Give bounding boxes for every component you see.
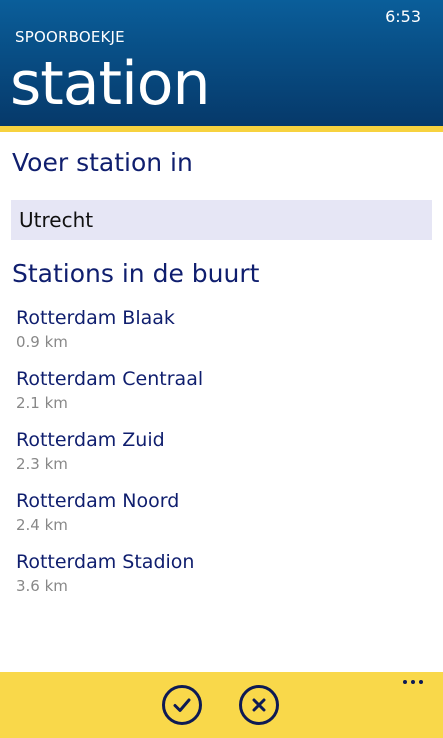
station-name: Rotterdam Stadion xyxy=(16,551,195,573)
station-distance: 3.6 km xyxy=(16,577,68,595)
checkmark-icon xyxy=(173,698,191,712)
station-distance: 2.1 km xyxy=(16,394,68,412)
ellipsis-icon xyxy=(411,680,415,684)
station-name: Rotterdam Centraal xyxy=(16,368,204,390)
station-item[interactable]: Rotterdam Noord 2.4 km xyxy=(16,487,416,548)
header: 6:53 SPOORBOEKJE station xyxy=(0,0,443,126)
page-title: station xyxy=(10,49,210,119)
station-name: Rotterdam Zuid xyxy=(16,429,165,451)
station-item[interactable]: Rotterdam Zuid 2.3 km xyxy=(16,426,416,487)
enter-station-heading: Voer station in xyxy=(12,148,193,177)
nearby-stations-heading: Stations in de buurt xyxy=(12,259,260,288)
header-accent-stripe xyxy=(0,126,443,132)
nearby-station-list: Rotterdam Blaak 0.9 km Rotterdam Centraa… xyxy=(16,304,416,609)
station-name: Rotterdam Noord xyxy=(16,490,180,512)
more-options-button[interactable] xyxy=(403,676,423,688)
confirm-button[interactable] xyxy=(162,685,202,725)
status-time: 6:53 xyxy=(385,7,421,26)
ellipsis-icon xyxy=(419,680,423,684)
app-bar xyxy=(0,672,443,738)
app-name: SPOORBOEKJE xyxy=(15,28,125,46)
close-icon xyxy=(252,698,266,712)
station-name: Rotterdam Blaak xyxy=(16,307,175,329)
station-distance: 2.3 km xyxy=(16,455,68,473)
ellipsis-icon xyxy=(403,680,407,684)
station-item[interactable]: Rotterdam Blaak 0.9 km xyxy=(16,304,416,365)
station-item[interactable]: Rotterdam Centraal 2.1 km xyxy=(16,365,416,426)
station-distance: 2.4 km xyxy=(16,516,68,534)
station-input[interactable] xyxy=(11,200,432,240)
station-item[interactable]: Rotterdam Stadion 3.6 km xyxy=(16,548,416,609)
station-distance: 0.9 km xyxy=(16,333,68,351)
cancel-button[interactable] xyxy=(239,685,279,725)
